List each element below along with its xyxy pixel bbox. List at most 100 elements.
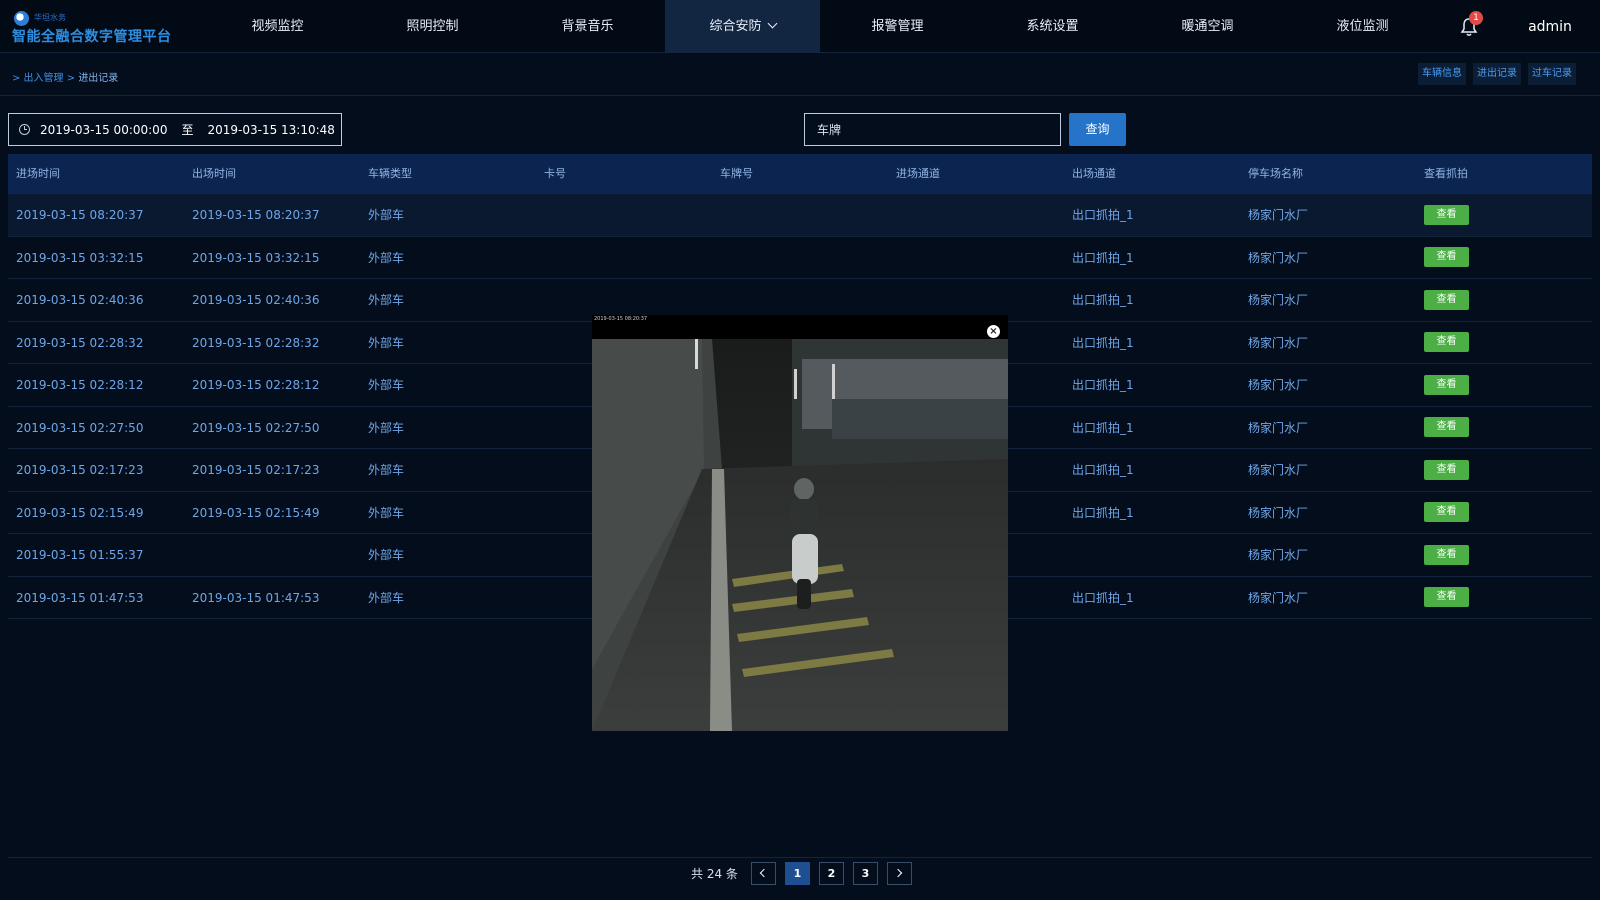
nav-label: 液位监测 xyxy=(1336,19,1389,34)
entry-time-cell: 2019-03-15 01:47:53 xyxy=(16,590,144,605)
snapshot-caption: 2019-03-15 08:20:37 xyxy=(594,316,648,322)
vehicle-type-cell: 外部车 xyxy=(368,463,405,477)
main-nav: 视频监控 照明控制 背景音乐 综合安防 报警管理 系统设置 暖通空调 液位监测 xyxy=(200,0,1400,53)
end-time[interactable]: 2019-03-15 13:10:48 xyxy=(207,123,334,137)
col-view-snapshot: 查看抓拍 xyxy=(1424,167,1468,180)
col-entry-time: 进场时间 xyxy=(16,167,60,180)
exit-time-cell: 2019-03-15 02:28:32 xyxy=(192,335,320,350)
col-vehicle-type: 车辆类型 xyxy=(368,167,412,180)
user-menu[interactable]: admin xyxy=(1510,0,1590,53)
view-snapshot-button[interactable]: 查看 xyxy=(1424,417,1469,437)
next-page-button[interactable] xyxy=(886,862,912,885)
col-exit-channel: 出场通道 xyxy=(1072,167,1116,180)
view-snapshot-cell: 查看 xyxy=(1416,492,1592,534)
col-entry-channel: 进场通道 xyxy=(896,167,940,180)
breadcrumb-parent[interactable]: > 出入管理 > xyxy=(12,73,75,84)
card-no-cell xyxy=(536,237,712,279)
plate-no-cell xyxy=(712,237,888,279)
exit-time-cell: 2019-03-15 02:17:23 xyxy=(192,463,320,477)
nav-label: 综合安防 xyxy=(709,19,762,34)
prev-page-button[interactable] xyxy=(750,862,776,885)
entry-time-cell: 2019-03-15 02:28:12 xyxy=(16,378,144,392)
query-button[interactable]: 查询 xyxy=(1069,113,1126,146)
view-snapshot-cell: 查看 xyxy=(1416,449,1592,491)
start-time[interactable]: 2019-03-15 00:00:00 xyxy=(40,123,167,137)
total-count: 共 24 条 xyxy=(691,867,738,881)
view-snapshot-button[interactable]: 查看 xyxy=(1424,587,1469,607)
vehicle-type-cell: 外部车 xyxy=(368,420,405,435)
vehicle-type-cell: 外部车 xyxy=(368,378,405,392)
view-snapshot-cell: 查看 xyxy=(1416,577,1592,619)
view-snapshot-button[interactable]: 查看 xyxy=(1424,204,1469,225)
view-snapshot-cell: 查看 xyxy=(1416,534,1592,576)
view-snapshot-button[interactable]: 查看 xyxy=(1424,332,1469,352)
exit-time-cell: 2019-03-15 02:27:50 xyxy=(192,420,320,435)
nav-label: 暖通空调 xyxy=(1181,19,1234,34)
view-snapshot-button[interactable]: 查看 xyxy=(1424,247,1469,267)
view-snapshot-cell: 查看 xyxy=(1416,237,1592,279)
clock-icon xyxy=(19,124,30,135)
breadcrumb-current: 进出记录 xyxy=(78,73,119,84)
close-icon[interactable]: × xyxy=(987,325,1000,338)
exit-time-cell: 2019-03-15 02:40:36 xyxy=(192,293,320,307)
exit-time-cell: 2019-03-15 02:15:49 xyxy=(192,505,320,520)
exit-time-cell xyxy=(184,534,360,576)
exit-channel-cell: 出口抓拍_1 xyxy=(1072,505,1134,520)
nav-integrated-security[interactable]: 综合安防 xyxy=(665,0,820,53)
plate-search-input[interactable] xyxy=(804,113,1061,146)
parking-lot-cell: 杨家门水厂 xyxy=(1248,548,1309,562)
exit-time-cell: 2019-03-15 02:28:12 xyxy=(192,378,320,392)
chevron-down-icon xyxy=(767,18,777,29)
page-1-button[interactable]: 1 xyxy=(784,862,810,885)
nav-label: 视频监控 xyxy=(251,19,304,34)
logo[interactable]: 华坦水务 智能全融合数字管理平台 xyxy=(12,10,192,46)
nav-label: 报警管理 xyxy=(871,19,924,34)
table-row: 2019-03-15 03:32:15 2019-03-15 03:32:15 外部… xyxy=(8,237,1592,279)
link-pass-records[interactable]: 过车记录 xyxy=(1528,63,1576,85)
card-no-cell xyxy=(536,194,712,236)
view-snapshot-button[interactable]: 查看 xyxy=(1424,544,1469,565)
view-snapshot-button[interactable]: 查看 xyxy=(1424,459,1469,480)
exit-channel-cell xyxy=(1064,534,1240,576)
parking-lot-cell: 杨家门水厂 xyxy=(1248,378,1309,392)
exit-channel-cell: 出口抓拍_1 xyxy=(1072,378,1134,392)
vehicle-type-cell: 外部车 xyxy=(368,548,405,562)
entry-time-cell: 2019-03-15 01:55:37 xyxy=(16,548,144,562)
page-3-button[interactable]: 3 xyxy=(852,862,878,885)
parking-lot-cell: 杨家门水厂 xyxy=(1248,293,1309,307)
view-snapshot-button[interactable]: 查看 xyxy=(1424,289,1469,310)
nav-system-settings[interactable]: 系统设置 xyxy=(975,0,1130,53)
link-entry-exit-records[interactable]: 进出记录 xyxy=(1473,63,1521,85)
col-card-no: 卡号 xyxy=(544,167,566,180)
nav-background-music[interactable]: 背景音乐 xyxy=(510,0,665,53)
page-2-button[interactable]: 2 xyxy=(818,862,844,885)
view-snapshot-cell: 查看 xyxy=(1416,194,1592,236)
logo-subtitle: 华坦水务 xyxy=(34,13,66,22)
nav-lighting-control[interactable]: 照明控制 xyxy=(355,0,510,53)
nav-level-monitoring[interactable]: 液位监测 xyxy=(1285,0,1440,53)
nav-alarm-management[interactable]: 报警管理 xyxy=(820,0,975,53)
view-snapshot-button[interactable]: 查看 xyxy=(1424,374,1469,395)
view-snapshot-cell: 查看 xyxy=(1416,322,1592,364)
nav-video-monitor[interactable]: 视频监控 xyxy=(200,0,355,53)
exit-channel-cell: 出口抓拍_1 xyxy=(1072,250,1134,265)
view-snapshot-button[interactable]: 查看 xyxy=(1424,502,1469,522)
exit-time-cell: 2019-03-15 08:20:37 xyxy=(192,208,320,222)
top-bar: 华坦水务 智能全融合数字管理平台 视频监控 照明控制 背景音乐 综合安防 报警管… xyxy=(0,0,1600,53)
parking-lot-cell: 杨家门水厂 xyxy=(1248,590,1309,605)
notification-badge: 1 xyxy=(1469,11,1483,25)
col-parking-lot: 停车场名称 xyxy=(1248,167,1303,180)
view-snapshot-cell: 查看 xyxy=(1416,364,1592,406)
nav-hvac[interactable]: 暖通空调 xyxy=(1130,0,1285,53)
parking-lot-cell: 杨家门水厂 xyxy=(1248,335,1309,350)
entry-channel-cell xyxy=(888,237,1064,279)
snapshot-image xyxy=(592,339,1008,731)
nav-label: 背景音乐 xyxy=(561,19,614,34)
pagination: 共 24 条 1 2 3 xyxy=(691,862,912,885)
breadcrumb-bar: > 出入管理 > 进出记录 车辆信息 进出记录 过车记录 xyxy=(0,53,1600,96)
exit-time-cell: 2019-03-15 03:32:15 xyxy=(192,250,320,265)
date-range-picker[interactable]: 2019-03-15 00:00:00 至 2019-03-15 13:10:4… xyxy=(8,113,342,146)
vehicle-type-cell: 外部车 xyxy=(368,208,405,222)
link-vehicle-info[interactable]: 车辆信息 xyxy=(1418,63,1466,85)
platform-title: 智能全融合数字管理平台 xyxy=(12,29,172,45)
